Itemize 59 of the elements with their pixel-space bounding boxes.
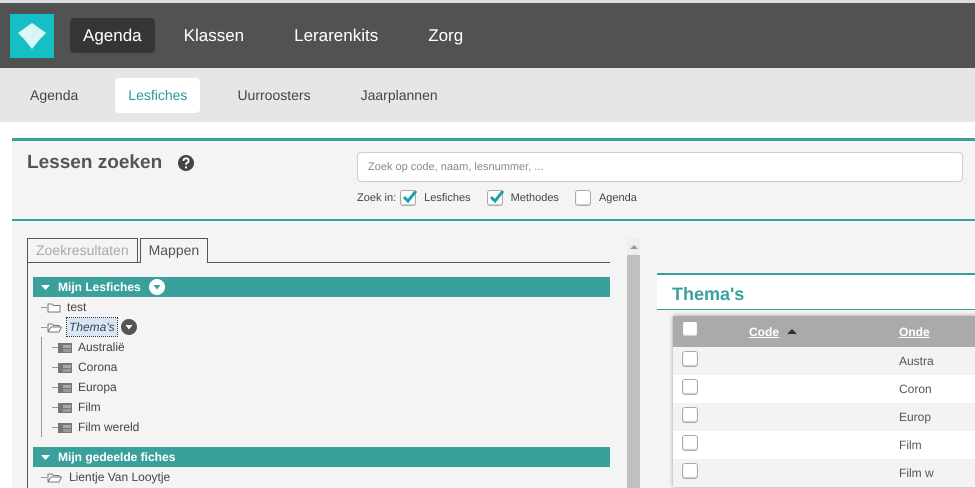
section-title: Mijn gedeelde fiches: [58, 449, 176, 466]
tree-item[interactable]: Film wereld: [76, 418, 142, 436]
logo-icon: [10, 14, 54, 58]
panel-title: Thema's: [672, 284, 744, 304]
nav-tab[interactable]: Agenda: [70, 18, 155, 54]
dropdown-icon: [148, 279, 165, 295]
dropdown-icon: [120, 319, 137, 335]
filter-label: Lesfiches: [424, 191, 471, 206]
filter-label: Zoek in:: [357, 191, 396, 206]
tree-item[interactable]: Lientje Van Looytje: [67, 468, 172, 486]
filter-label: Methodes: [510, 191, 559, 206]
row-checkbox[interactable]: [682, 434, 698, 450]
row-checkbox[interactable]: [682, 378, 698, 394]
document-icon: [58, 340, 72, 354]
scroll-up-icon: [630, 244, 638, 250]
sub-nav-tab[interactable]: Uurroosters: [224, 78, 324, 112]
scrollbar[interactable]: [627, 238, 640, 488]
folder-icon: [47, 300, 61, 314]
nav-tab[interactable]: Klassen: [170, 18, 258, 54]
filter-checkbox[interactable]: [574, 190, 591, 206]
panel-title: Lessen zoeken: [27, 151, 162, 175]
tree-item[interactable]: Europa: [76, 378, 119, 396]
nav-tab[interactable]: Zorg: [415, 18, 476, 54]
table-cell-text: Film: [899, 437, 922, 454]
tree-item[interactable]: test: [65, 298, 88, 316]
document-icon: [58, 380, 72, 394]
tree-item[interactable]: Thema's: [67, 318, 117, 336]
row-checkbox[interactable]: [682, 406, 698, 422]
filter-checkbox[interactable]: [400, 190, 416, 206]
tree-item[interactable]: Australië: [76, 338, 127, 356]
tree-item[interactable]: Corona: [76, 358, 120, 376]
table-cell-text: Coron: [899, 381, 932, 398]
table-row[interactable]: Film: [673, 431, 975, 459]
tree-item[interactable]: Film: [76, 398, 103, 416]
table-row[interactable]: Film w: [673, 459, 975, 487]
filter-checkbox[interactable]: [486, 190, 503, 206]
document-icon: [58, 420, 72, 434]
nav-tab[interactable]: Lerarenkits: [281, 18, 392, 54]
table-row[interactable]: Coron: [673, 375, 975, 403]
sort-up-icon: [787, 328, 797, 335]
table-cell-text: Austra: [899, 353, 934, 370]
sub-nav-tab[interactable]: Jaarplannen: [348, 78, 451, 112]
document-icon: [58, 400, 72, 414]
table-cell-text: Film w: [899, 465, 934, 482]
sub-nav-tab[interactable]: Agenda: [17, 78, 92, 112]
section-title: Mijn Lesfiches: [58, 279, 141, 296]
folder-tab[interactable]: Mappen: [140, 238, 208, 263]
search-field[interactable]: Zoek op code, naam, lesnummer, ...: [357, 152, 963, 182]
select-all-checkbox[interactable]: [682, 321, 698, 337]
row-checkbox[interactable]: [682, 462, 698, 478]
caret-icon: [41, 454, 50, 460]
open-folder-icon: [47, 320, 63, 334]
filter-label: Agenda: [598, 191, 637, 206]
open-folder-icon: [47, 470, 63, 484]
help-icon: [178, 155, 194, 171]
row-checkbox[interactable]: [682, 350, 698, 366]
caret-icon: [41, 284, 50, 290]
document-icon: [58, 360, 72, 374]
table-cell-text: Europ: [899, 409, 932, 426]
